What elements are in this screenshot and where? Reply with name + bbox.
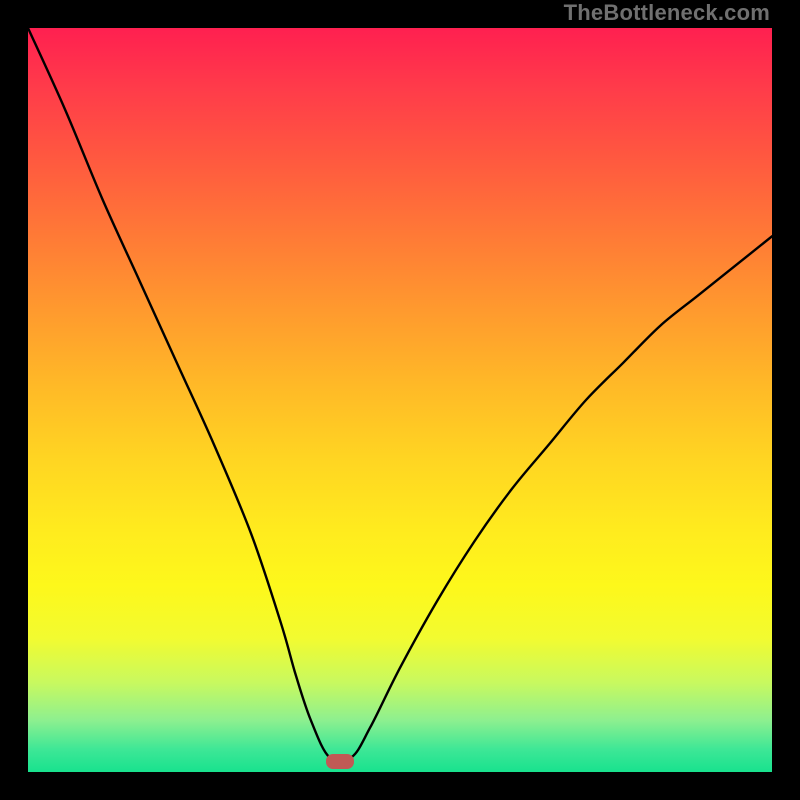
- watermark-text: TheBottleneck.com: [564, 0, 770, 26]
- optimum-marker: [326, 754, 354, 769]
- chart-frame: TheBottleneck.com: [0, 0, 800, 800]
- bottleneck-curve: [28, 28, 772, 772]
- curve-path: [28, 28, 772, 761]
- plot-area: [28, 28, 772, 772]
